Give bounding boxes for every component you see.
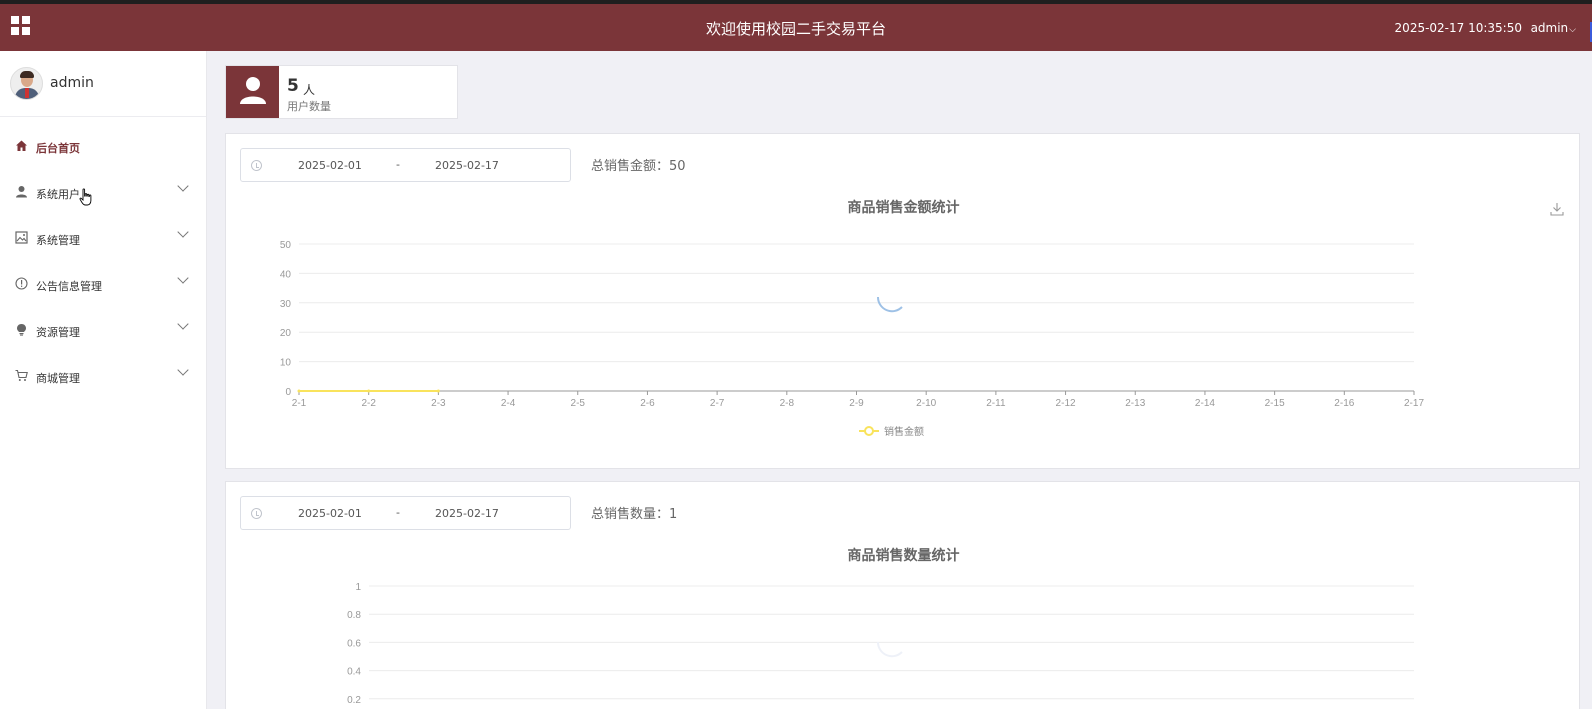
sidebar-item-resources[interactable]: 资源管理 (0, 306, 206, 352)
x-tick-label: 2-16 (1334, 398, 1354, 409)
y-tick-label: 0.8 (347, 610, 361, 621)
sales-amount-chart: 0 10 20 30 40 50 2-1 2-2 2-3 2-4 2-5 2-6 2-7 2-8 2-9 2-… (280, 240, 1425, 438)
user-dropdown-label: admin (1530, 21, 1569, 35)
x-tick-label: 2-3 (431, 398, 446, 409)
loading-spinner (876, 296, 903, 313)
image-icon (15, 231, 28, 244)
sidebar-menu: 后台首页 系统用户 系统管理 公告信息管理 资源管理 商城管理 (0, 117, 206, 398)
x-tick-label: 2-13 (1125, 398, 1145, 409)
legend-label: 销售金额 (884, 425, 924, 438)
x-tick-label: 2-10 (916, 398, 936, 409)
y-tick-label: 50 (280, 240, 292, 251)
loading-spinner (876, 641, 903, 658)
sidebar-item-label: 系统管理 (36, 234, 80, 247)
chevron-down-icon (177, 318, 189, 330)
y-tick-label: 10 (280, 358, 292, 369)
user-count-value: 5 (287, 76, 299, 96)
user-count-unit: 人 (303, 83, 316, 97)
x-tick-label: 2-2 (361, 398, 376, 409)
x-tick-label: 2-9 (849, 398, 864, 409)
data-point (297, 389, 301, 393)
chevron-down-icon (177, 364, 189, 376)
x-tick-label: 2-7 (710, 398, 725, 409)
sidebar-item-system-users[interactable]: 系统用户 (0, 168, 206, 214)
x-tick-label: 2-4 (501, 398, 516, 409)
y-tick-label: 0.6 (347, 638, 361, 649)
sidebar-item-label: 后台首页 (36, 142, 80, 155)
avatar[interactable] (10, 67, 43, 100)
user-count-icon-box (226, 66, 279, 118)
sales-quantity-chart: 0.2 0.4 0.6 0.8 1 (347, 582, 1414, 706)
x-tick-label: 2-12 (1056, 398, 1076, 409)
y-tick-label: 30 (280, 299, 292, 310)
page-title: 欢迎使用校园二手交易平台 (705, 20, 886, 38)
x-tick-label: 2-8 (780, 398, 795, 409)
person-icon (240, 77, 266, 104)
x-tick-label: 2-6 (640, 398, 655, 409)
sales-quantity-panel: 2025-02-01 - 2025-02-17 总销售数量：1 商品销售数量统计… (225, 481, 1580, 709)
sidebar-item-home[interactable]: 后台首页 (0, 122, 206, 168)
x-tick-label: 2-5 (571, 398, 586, 409)
y-tick-label: 20 (280, 328, 292, 339)
top-bar: 欢迎使用校园二手交易平台 2025-02-17 10:35:50 admin⌵ (0, 0, 1592, 51)
cart-icon (15, 369, 28, 382)
y-tick-label: 40 (280, 269, 292, 280)
info-circle-icon (15, 277, 28, 290)
user-icon (15, 185, 28, 198)
x-tick-label: 2-11 (986, 398, 1006, 409)
chevron-down-icon (177, 226, 189, 238)
chevron-down-icon (177, 272, 189, 284)
user-dropdown[interactable]: admin⌵ (1531, 21, 1576, 35)
user-count-card: 5 人 用户数量 (225, 65, 458, 119)
x-tick-label: 2-14 (1195, 398, 1215, 409)
sidebar-item-label: 资源管理 (36, 326, 80, 339)
bulb-icon (15, 323, 28, 336)
legend-marker (864, 426, 874, 436)
chevron-down-icon: ⌵ (1569, 25, 1576, 35)
x-tick-label: 2-17 (1404, 398, 1424, 409)
chevron-down-icon (177, 180, 189, 192)
sidebar-username: admin (50, 75, 94, 91)
x-tick-label: 2-15 (1265, 398, 1285, 409)
sidebar: admin 后台首页 系统用户 系统管理 公告信息管理 资源管理 商城管理 (0, 51, 207, 709)
sidebar-item-announcements[interactable]: 公告信息管理 (0, 260, 206, 306)
hand-cursor-icon (79, 188, 92, 206)
sidebar-item-system-management[interactable]: 系统管理 (0, 214, 206, 260)
data-point (436, 389, 440, 393)
sidebar-item-label: 公告信息管理 (36, 280, 102, 293)
sidebar-item-label: 商城管理 (36, 372, 80, 385)
user-count-label: 用户数量 (287, 100, 331, 113)
data-point (367, 389, 371, 393)
sidebar-user: admin (0, 51, 206, 117)
y-tick-label: 1 (355, 582, 361, 593)
y-tick-label: 0.4 (347, 667, 361, 678)
datetime-display: 2025-02-17 10:35:50 (1394, 21, 1522, 35)
y-tick-label: 0 (285, 387, 291, 398)
y-tick-label: 0.2 (347, 695, 361, 706)
sidebar-item-label: 系统用户 (36, 188, 80, 201)
sales-amount-panel: 2025-02-01 - 2025-02-17 总销售金额：50 商品销售金额统… (225, 133, 1580, 469)
home-icon (15, 139, 28, 152)
x-tick-label: 2-1 (292, 398, 307, 409)
sidebar-item-mall[interactable]: 商城管理 (0, 352, 206, 398)
